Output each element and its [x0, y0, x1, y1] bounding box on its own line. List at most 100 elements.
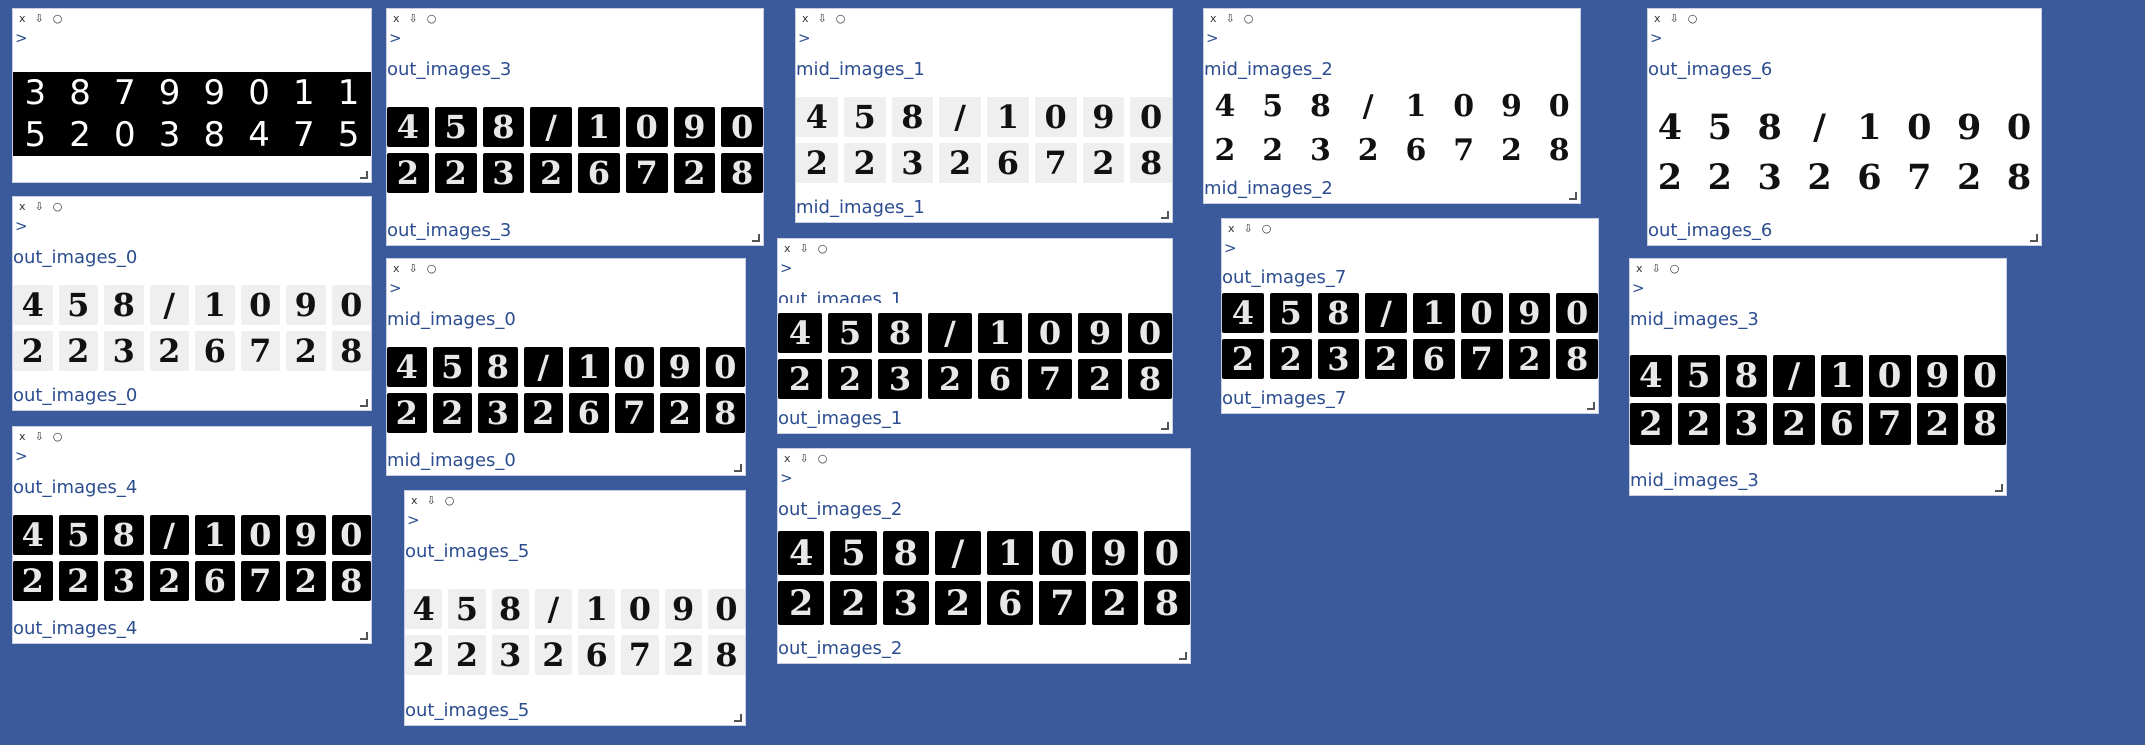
digit-thumbnail: 4: [1630, 355, 1672, 397]
panel-title: out_images_5: [405, 541, 530, 562]
close-icon[interactable]: x: [411, 494, 418, 508]
reset-icon[interactable]: ○: [1262, 222, 1272, 236]
pin-icon[interactable]: ⇩: [1226, 12, 1235, 26]
pin-icon[interactable]: ⇩: [35, 430, 44, 444]
panel-mid-images-1: x ⇩ ○ > mid_images_1 4 5 8/1 0 9 0 2 2 3 2 6 7 2 8 mi…: [795, 8, 1173, 223]
pin-icon[interactable]: ⇩: [1244, 222, 1253, 236]
digit-thumbnail: 0: [614, 347, 654, 387]
resize-handle[interactable]: [1161, 211, 1169, 219]
pin-icon[interactable]: ⇩: [800, 242, 809, 256]
close-icon[interactable]: x: [393, 262, 400, 276]
panel-footer: out_images_3: [387, 220, 512, 241]
digit-thumbnail: 0: [1538, 87, 1580, 125]
pin-icon[interactable]: ⇩: [1652, 262, 1661, 276]
digit-thumbnail: 0: [1130, 97, 1172, 137]
close-icon[interactable]: x: [1210, 12, 1217, 26]
close-icon[interactable]: x: [1228, 222, 1235, 236]
close-icon[interactable]: x: [784, 452, 791, 466]
panel-controls: x ⇩ ○: [393, 12, 436, 26]
digit-thumbnail: 0: [721, 107, 763, 147]
digit-thumbnail: 8: [1964, 403, 2006, 445]
digit-thumbnail: 3: [104, 561, 144, 601]
digit-thumbnail: 8: [878, 313, 922, 353]
digit-thumbnail: 2: [534, 635, 572, 675]
digit-thumbnail: 0: [1143, 531, 1190, 575]
reset-icon[interactable]: ○: [53, 12, 63, 26]
resize-handle[interactable]: [360, 171, 368, 179]
reset-icon[interactable]: ○: [1670, 262, 1680, 276]
close-icon[interactable]: x: [1636, 262, 1643, 276]
digit-thumbnail: 9: [1947, 105, 1992, 149]
pin-icon[interactable]: ⇩: [35, 200, 44, 214]
digit-thumbnail: 3: [1747, 155, 1792, 199]
close-icon[interactable]: x: [1654, 12, 1661, 26]
panel-footer: out_images_5: [405, 700, 530, 721]
digit-thumbnail: 3: [104, 331, 144, 371]
reset-icon[interactable]: ○: [818, 452, 828, 466]
image-grid: 4 5 8/1 0 9 0 2 2 3 2 6 7 2 8: [13, 515, 371, 601]
digit-thumbnail: 2: [778, 359, 822, 399]
panel-footer: out_images_7: [1222, 388, 1347, 409]
digit-thumbnail: /: [523, 347, 563, 387]
digit-thumbnail: 7: [625, 153, 668, 193]
digit-thumbnail: 8: [1143, 581, 1190, 625]
digit-thumbnail: 2: [405, 635, 443, 675]
close-icon[interactable]: x: [393, 12, 400, 26]
panel-mid-images-2: x ⇩ ○ > mid_images_2 4 5 8/1 0 9 0 2 2 3 2 6 7 2 8 mi…: [1203, 8, 1581, 204]
reset-icon[interactable]: ○: [818, 242, 828, 256]
pin-icon[interactable]: ⇩: [1670, 12, 1679, 26]
resize-handle[interactable]: [1995, 484, 2003, 492]
digit-thumbnail: 5: [434, 107, 477, 147]
resize-handle[interactable]: [734, 464, 742, 472]
digit-thumbnail: 8: [1538, 131, 1580, 169]
digit-thumbnail: 5: [58, 515, 98, 555]
resize-handle[interactable]: [1161, 422, 1169, 430]
reset-icon[interactable]: ○: [427, 12, 437, 26]
image-grid: 4 5 8/1 0 9 0 2 2 3 2 6 7 2 8: [1630, 355, 2006, 445]
resize-handle[interactable]: [1179, 652, 1187, 660]
close-icon[interactable]: x: [784, 242, 791, 256]
reset-icon[interactable]: ○: [1688, 12, 1698, 26]
resize-handle[interactable]: [360, 632, 368, 640]
digit-thumbnail: 8: [1556, 339, 1598, 379]
digit-thumbnail: 5: [828, 313, 872, 353]
close-icon[interactable]: x: [19, 430, 26, 444]
digit-thumbnail: 3: [478, 393, 518, 433]
pin-icon[interactable]: ⇩: [800, 452, 809, 466]
close-icon[interactable]: x: [802, 12, 809, 26]
pin-icon[interactable]: ⇩: [35, 12, 44, 26]
close-icon[interactable]: x: [19, 12, 26, 26]
digit-thumbnail: 2: [1347, 131, 1389, 169]
digit-thumbnail: 8: [1130, 143, 1172, 183]
close-icon[interactable]: x: [19, 200, 26, 214]
resize-handle[interactable]: [752, 234, 760, 242]
resize-handle[interactable]: [1587, 402, 1595, 410]
digit-thumbnail: 2: [57, 114, 103, 156]
reset-icon[interactable]: ○: [445, 494, 455, 508]
panel-out-images-1: x ⇩ ○ > out_images_1 4 5 8/1 0 9 0 2 2 3 2 6 7 2 8 ou…: [777, 238, 1173, 434]
pin-icon[interactable]: ⇩: [818, 12, 827, 26]
digit-thumbnail: 8: [707, 635, 745, 675]
reset-icon[interactable]: ○: [836, 12, 846, 26]
reset-icon[interactable]: ○: [53, 200, 63, 214]
pin-icon[interactable]: ⇩: [427, 494, 436, 508]
prompt-marker: >: [15, 217, 28, 235]
pin-icon[interactable]: ⇩: [409, 262, 418, 276]
digit-thumbnail: 8: [705, 393, 745, 433]
digit-thumbnail: 2: [843, 143, 886, 183]
reset-icon[interactable]: ○: [53, 430, 63, 444]
reset-icon[interactable]: ○: [427, 262, 437, 276]
digit-thumbnail: 1: [326, 72, 371, 114]
digit-thumbnail: 9: [1916, 355, 1959, 397]
resize-handle[interactable]: [1569, 192, 1577, 200]
digit-thumbnail: 2: [928, 359, 972, 399]
digit-thumbnail: 0: [102, 114, 148, 156]
reset-icon[interactable]: ○: [1244, 12, 1254, 26]
resize-handle[interactable]: [360, 399, 368, 407]
digit-thumbnail: 0: [1128, 313, 1172, 353]
pin-icon[interactable]: ⇩: [409, 12, 418, 26]
digit-thumbnail: 2: [1947, 155, 1992, 199]
resize-handle[interactable]: [734, 714, 742, 722]
resize-handle[interactable]: [2030, 234, 2038, 242]
digit-thumbnail: 7: [1897, 155, 1942, 199]
